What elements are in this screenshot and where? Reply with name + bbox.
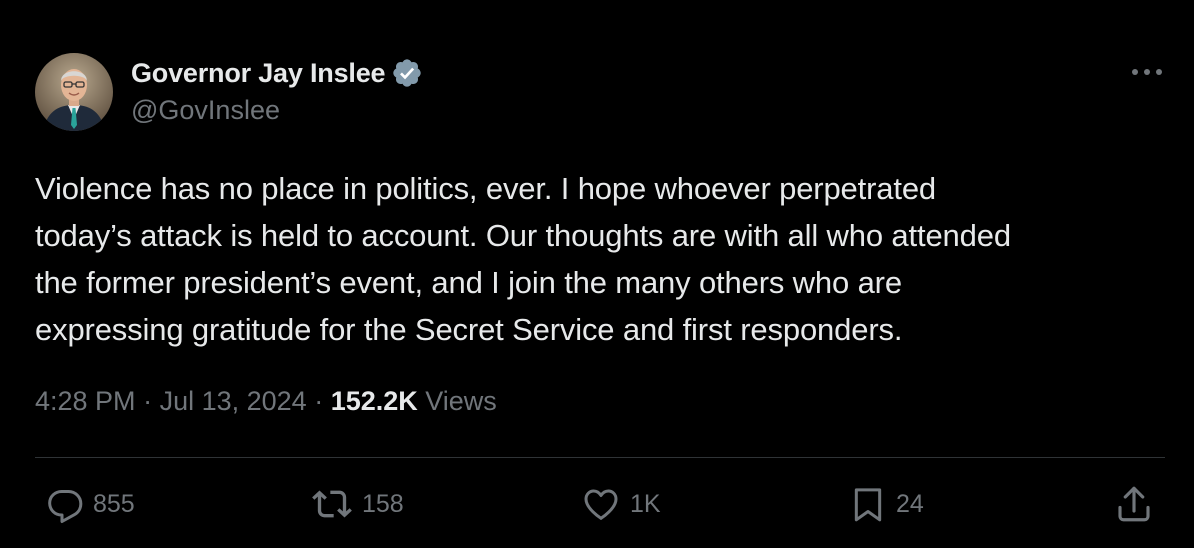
views-label: Views — [417, 386, 497, 416]
like-count: 1K — [630, 489, 661, 518]
like-button[interactable]: 1K — [580, 482, 661, 526]
more-options-icon[interactable] — [1130, 60, 1164, 84]
author-display-name[interactable]: Governor Jay Inslee — [131, 58, 386, 89]
share-button[interactable] — [1113, 482, 1155, 526]
repost-button[interactable]: 158 — [310, 482, 404, 526]
views-count[interactable]: 152.2K — [331, 386, 418, 417]
meta-separator: · — [135, 386, 160, 416]
tweet-meta: 4:28 PM · Jul 13, 2024 · 152.2K Views — [35, 386, 497, 417]
bookmark-button[interactable]: 24 — [848, 482, 924, 526]
meta-separator: · — [306, 386, 331, 416]
avatar[interactable] — [35, 53, 113, 131]
divider — [35, 457, 1165, 458]
tweet-date[interactable]: Jul 13, 2024 — [160, 386, 307, 417]
reply-button[interactable]: 855 — [45, 482, 135, 526]
bookmark-count: 24 — [896, 489, 924, 518]
share-icon — [1113, 483, 1155, 525]
verified-badge-icon[interactable] — [391, 57, 423, 89]
tweet-text: Violence has no place in politics, ever.… — [35, 171, 1011, 347]
author-handle[interactable]: @GovInslee — [131, 95, 280, 126]
author-name-row: Governor Jay Inslee — [131, 56, 423, 90]
action-bar: 855 158 1K 24 — [35, 482, 1165, 526]
repost-count: 158 — [362, 489, 404, 518]
tweet-time[interactable]: 4:28 PM — [35, 386, 136, 417]
heart-icon — [580, 484, 622, 524]
repost-icon — [310, 484, 354, 524]
tweet: Governor Jay Inslee @GovInslee Violence … — [0, 0, 1194, 548]
bookmark-icon — [848, 482, 888, 526]
reply-count: 855 — [93, 489, 135, 518]
reply-icon — [45, 484, 85, 524]
